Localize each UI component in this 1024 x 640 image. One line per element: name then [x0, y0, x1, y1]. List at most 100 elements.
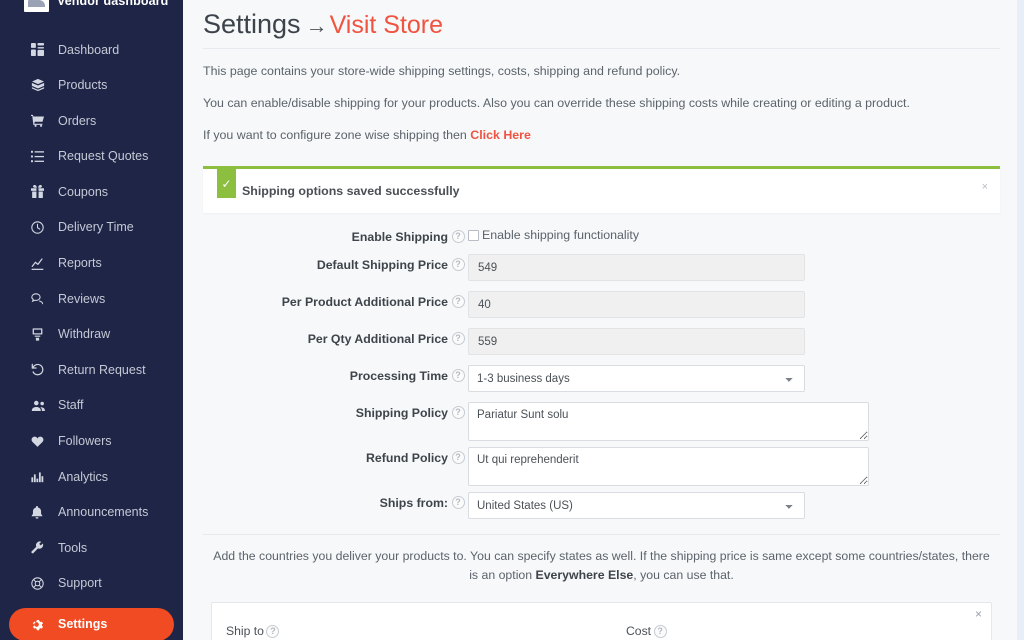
enable-shipping-help[interactable]: ? — [448, 226, 468, 243]
sidebar-item-orders[interactable]: Orders — [9, 109, 174, 132]
help-icon[interactable]: ? — [451, 230, 465, 243]
help-icon[interactable]: ? — [266, 624, 280, 638]
list-icon — [31, 150, 51, 163]
sidebar-item-reviews[interactable]: Reviews — [9, 287, 174, 310]
main-content: Settings →Visit Store This page contains … — [183, 0, 1024, 640]
refund-policy-label: Refund Policy — [366, 451, 448, 465]
arrow-icon: → — [305, 13, 328, 38]
countries-note: Add the countries you deliver your produ… — [203, 535, 1000, 585]
sidebar-header: Vendor dashboard — [0, 0, 183, 14]
sidebar-nav: Dashboard Products Orders Request Quotes — [0, 14, 183, 640]
sidebar-item-announcements[interactable]: Announcements — [9, 501, 174, 524]
form-row-refund-policy: Refund Policy ? — [203, 447, 1000, 486]
sidebar-item-label: Followers — [58, 434, 112, 449]
shipping-policy-help[interactable]: ? — [448, 402, 468, 419]
form-row-per-qty-additional-price: Per Qty Additional Price ? — [203, 328, 1000, 355]
shipping-policy-textarea[interactable] — [468, 402, 869, 441]
help-icon[interactable]: ? — [451, 369, 465, 382]
intro-text: This page contains your store-wide shipp… — [203, 63, 1000, 144]
shipping-policy-control — [468, 402, 1000, 441]
enable-shipping-control: Enable shipping functionality — [468, 226, 1000, 242]
refund-policy-textarea[interactable] — [468, 447, 869, 486]
sidebar-item-label: Delivery Time — [58, 220, 134, 235]
alert-close-button[interactable]: × — [982, 181, 988, 193]
sidebar-item-label: Return Request — [58, 362, 146, 377]
intro-line-3-text: If you want to configure zone wise shipp… — [203, 128, 471, 142]
brand-title: Vendor dashboard — [57, 0, 169, 8]
table-header-row: Ship to ? Cost ? — [212, 603, 991, 638]
sidebar-item-reports[interactable]: Reports — [9, 252, 174, 275]
refund-policy-help[interactable]: ? — [448, 447, 468, 464]
enable-shipping-checkbox-wrap[interactable]: Enable shipping functionality — [468, 226, 1000, 242]
form-row-shipping-policy: Shipping Policy ? — [203, 402, 1000, 441]
sidebar-item-support[interactable]: Support — [9, 572, 174, 595]
sidebar-item-label: Withdraw — [58, 327, 111, 342]
sidebar-item-label: Tools — [58, 540, 88, 555]
default-shipping-price-input[interactable] — [468, 254, 805, 281]
sidebar: Vendor dashboard Dashboard Products Orde… — [0, 0, 183, 640]
sidebar-item-dashboard[interactable]: Dashboard — [9, 38, 174, 61]
sidebar-item-label: Announcements — [58, 505, 149, 520]
cost-help[interactable]: ? — [651, 624, 669, 638]
checkmark-icon: ✓ — [217, 169, 236, 198]
enable-shipping-checkbox[interactable] — [468, 229, 479, 241]
sidebar-item-settings[interactable]: Settings — [9, 607, 174, 640]
per-qty-additional-price-control — [468, 328, 1000, 355]
per-qty-additional-price-input[interactable] — [468, 328, 805, 355]
default-shipping-price-help[interactable]: ? — [448, 254, 468, 271]
store-logo-icon — [24, 0, 49, 12]
default-shipping-price-control — [468, 254, 1000, 281]
sidebar-item-label: Orders — [58, 113, 97, 128]
visit-store-link[interactable]: Visit Store — [330, 11, 443, 39]
processing-time-select[interactable]: Ready to ship1-3 business days3-5 busine… — [468, 365, 805, 392]
success-alert: ✓ Shipping options saved successfully × — [203, 166, 1000, 213]
help-icon[interactable]: ? — [451, 406, 465, 419]
table-close-button[interactable]: × — [975, 607, 982, 621]
sidebar-item-withdraw[interactable]: Withdraw — [9, 323, 174, 346]
undo-icon — [31, 363, 51, 376]
sidebar-item-tools[interactable]: Tools — [9, 536, 174, 559]
per-product-additional-price-label: Per Product Additional Price — [281, 295, 448, 309]
refund-policy-control — [468, 447, 1000, 486]
intro-line-2: You can enable/disable shipping for your… — [203, 96, 910, 110]
help-icon[interactable]: ? — [451, 332, 465, 345]
help-icon[interactable]: ? — [451, 258, 465, 271]
sidebar-item-delivery-time[interactable]: Delivery Time — [9, 216, 174, 239]
sidebar-item-label: Staff — [58, 398, 84, 413]
sidebar-item-products[interactable]: Products — [9, 74, 174, 97]
sidebar-item-request-quotes[interactable]: Request Quotes — [9, 145, 174, 168]
click-here-link[interactable]: Click Here — [470, 128, 531, 142]
help-icon[interactable]: ? — [451, 496, 465, 509]
sidebar-item-return-request[interactable]: Return Request — [9, 358, 174, 381]
bell-icon — [31, 505, 51, 519]
sidebar-item-label: Reports — [58, 256, 102, 271]
countries-note-post: , you can use that. — [633, 568, 734, 582]
box-icon — [31, 78, 51, 92]
alert-message: Shipping options saved successfully — [242, 184, 460, 198]
sidebar-item-label: Dashboard — [58, 42, 120, 57]
ships-from-select[interactable]: United States (US)CanadaUnited Kingdom (… — [468, 492, 805, 519]
ships-from-help[interactable]: ? — [448, 492, 468, 509]
help-icon[interactable]: ? — [451, 451, 465, 464]
help-icon[interactable]: ? — [653, 624, 667, 638]
intro-line-1: This page contains your store-wide shipp… — [203, 64, 681, 78]
table-column-ship-to: Ship to ? — [226, 624, 626, 638]
sidebar-item-followers[interactable]: Followers — [9, 430, 174, 453]
per-product-additional-price-help[interactable]: ? — [448, 291, 468, 308]
lifebuoy-icon — [31, 577, 51, 590]
default-shipping-price-label: Default Shipping Price — [316, 258, 448, 272]
sidebar-item-coupons[interactable]: Coupons — [9, 180, 174, 203]
processing-time-help[interactable]: ? — [448, 365, 468, 382]
heart-icon — [31, 435, 51, 448]
ship-to-help[interactable]: ? — [264, 624, 282, 638]
help-icon[interactable]: ? — [451, 295, 465, 308]
sidebar-item-analytics[interactable]: Analytics — [9, 465, 174, 488]
countries-note-bold: Everywhere Else — [535, 568, 634, 582]
per-qty-additional-price-help[interactable]: ? — [448, 328, 468, 345]
table-column-label: Cost — [626, 624, 652, 638]
intro-line-3: If you want to configure zone wise shipp… — [203, 127, 1000, 144]
shipping-settings-form: Enable Shipping ? Enable shipping functi… — [203, 213, 1000, 519]
chart-bar-icon — [31, 470, 51, 483]
sidebar-item-staff[interactable]: Staff — [9, 394, 174, 417]
per-product-additional-price-input[interactable] — [468, 291, 805, 318]
